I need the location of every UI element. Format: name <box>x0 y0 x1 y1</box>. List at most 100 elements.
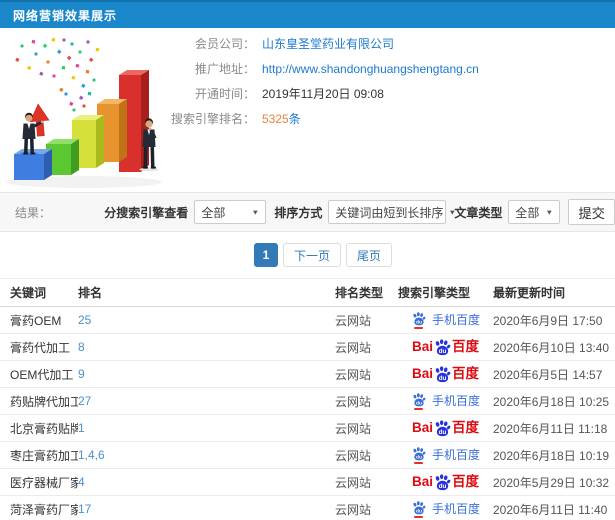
baidu-logo-suffix: 百度 <box>452 474 479 490</box>
update-time-cell: 2020年6月5日 14:57 <box>493 367 603 382</box>
keyword-cell: 膏药代加工 <box>10 340 71 355</box>
result-label: 结果： <box>15 205 52 220</box>
update-time-cell: 2020年6月18日 10:25 <box>493 394 610 409</box>
rank-link[interactable]: 1,4,6 <box>78 448 105 462</box>
update-time-cell: 2020年6月9日 17:50 <box>493 313 603 328</box>
update-time-cell: 2020年6月11日 11:18 <box>493 421 608 436</box>
table-row: 膏药代加工 8 云网站 Bai du 百度 2020年6月10日 13:40 <box>0 333 615 361</box>
chevron-down-icon: ▼ <box>251 208 260 216</box>
search-engine-logo: du 手机百度 <box>411 392 480 410</box>
baidu-paw-icon: du <box>412 500 426 518</box>
page-button-current[interactable]: 1 <box>253 243 278 267</box>
company-link[interactable]: 山东皇圣堂药业有限公司 <box>262 35 394 52</box>
mobile-baidu-logo: du 手机百度 <box>411 446 480 464</box>
account-info-list: 会员公司： 山东皇圣堂药业有限公司 推广地址： http://www.shand… <box>0 31 615 131</box>
baidu-logo: Bai du 百度 <box>412 419 479 437</box>
baidu-paw-icon: du <box>434 365 451 383</box>
table-row: 菏泽膏药厂家 17 云网站 du 手机百度 2020年6月11日 11:40 <box>0 495 615 520</box>
rank-link[interactable]: 17 <box>78 502 91 516</box>
article-type-select[interactable]: 全部 ▼ <box>508 200 561 224</box>
red-underline <box>414 461 424 464</box>
chevron-down-icon: ▼ <box>545 208 554 216</box>
rank-link[interactable]: 1 <box>78 421 85 435</box>
mobile-baidu-logo: du 手机百度 <box>411 392 480 410</box>
last-page-button[interactable]: 尾页 <box>346 243 393 267</box>
rank-type-cell: 云网站 <box>335 421 372 436</box>
keyword-cell: 北京膏药贴牌 <box>10 421 78 436</box>
article-type-value: 全部 <box>515 205 540 220</box>
mobile-baidu-logo: du 手机百度 <box>411 311 480 329</box>
rank-link[interactable]: 4 <box>78 475 85 489</box>
rank-link[interactable]: 27 <box>78 394 91 408</box>
open-time-row: 开通时间： 2019年11月20日 09:08 <box>0 81 615 106</box>
table-header-row: 关键词 排名 排名类型 搜索引擎类型 最新更新时间 <box>0 278 615 307</box>
sort-filter-select[interactable]: 关键词由短到长排序 ▼ <box>328 200 456 224</box>
submit-button[interactable]: 提交 <box>568 199 615 225</box>
keyword-cell: 药贴牌代加工 <box>10 394 78 409</box>
account-info-section: 会员公司： 山东皇圣堂药业有限公司 推广地址： http://www.shand… <box>0 28 615 192</box>
header-update-time: 最新更新时间 <box>493 286 566 300</box>
marketing-report-page: 网络营销效果展示 会员公司： 山东皇圣堂药业有限公司 推广地址： http://… <box>0 0 615 520</box>
mobile-baidu-label: 手机百度 <box>431 313 480 327</box>
table-row: 医疗器械厂家 4 云网站 Bai du 百度 2020年5月29日 10:32 <box>0 468 615 496</box>
engine-filter-select[interactable]: 全部 ▼ <box>194 200 267 224</box>
update-time-cell: 2020年6月11日 11:40 <box>493 502 608 517</box>
promo-url-row: 推广地址： http://www.shandonghuangshengtang.… <box>0 56 615 81</box>
keyword-cell: 膏药OEM <box>10 313 62 328</box>
update-time-cell: 2020年6月18日 10:19 <box>493 448 610 463</box>
red-underline <box>414 326 424 329</box>
sort-filter-value: 关键词由短到长排序 <box>335 205 444 220</box>
svg-text:du: du <box>416 454 422 460</box>
company-row: 会员公司： 山东皇圣堂药业有限公司 <box>0 31 615 56</box>
mobile-baidu-logo: du 手机百度 <box>411 500 480 518</box>
rank-link[interactable]: 9 <box>78 367 85 381</box>
keyword-cell: 枣庄膏药加工 <box>10 448 78 463</box>
baidu-logo: Bai du 百度 <box>411 473 479 491</box>
svg-text:du: du <box>439 347 447 354</box>
search-engine-logo: du 手机百度 <box>411 500 480 518</box>
mobile-baidu-label: 手机百度 <box>431 502 480 516</box>
promo-url-label: 推广地址： <box>194 62 255 76</box>
engine-rank-row: 搜索引擎排名： 5325条 <box>0 106 615 131</box>
update-time-cell: 2020年5月29日 10:32 <box>493 475 610 490</box>
baidu-paw-icon: du <box>412 311 426 329</box>
rank-type-cell: 云网站 <box>335 340 372 355</box>
baidu-logo-suffix: 百度 <box>452 420 479 436</box>
header-engine-type: 搜索引擎类型 <box>398 286 471 300</box>
table-row: 膏药OEM 25 云网站 du 手机百度 2020年6月9日 17:50 <box>0 306 615 334</box>
baidu-paw-icon: du <box>412 392 426 410</box>
engine-rank-count: 5325 <box>262 112 289 126</box>
mobile-baidu-label: 手机百度 <box>431 394 480 408</box>
table-row: 枣庄膏药加工 1,4,6 云网站 du 手机百度 2020年6月18日 10:1… <box>0 441 615 469</box>
rank-type-cell: 云网站 <box>335 367 372 382</box>
search-engine-logo: Bai du 百度 <box>411 365 479 383</box>
engine-filter-label: 分搜索引擎查看 <box>104 205 189 220</box>
open-time-value: 2019年11月20日 09:08 <box>262 87 384 101</box>
svg-text:du: du <box>416 319 422 325</box>
baidu-paw-icon: du <box>412 446 426 464</box>
keyword-cell: 医疗器械厂家 <box>10 475 78 490</box>
baidu-logo-suffix: 百度 <box>452 339 479 355</box>
promo-url-link[interactable]: http://www.shandonghuangshengtang.cn <box>262 62 479 76</box>
next-page-button[interactable]: 下一页 <box>282 243 341 267</box>
baidu-logo-prefix: Bai <box>411 366 433 382</box>
mobile-baidu-label: 手机百度 <box>431 448 480 462</box>
table-row: 药贴牌代加工 27 云网站 du 手机百度 2020年6月18日 10:25 <box>0 387 615 415</box>
rank-type-cell: 云网站 <box>335 502 372 517</box>
svg-text:du: du <box>439 374 447 381</box>
baidu-logo-prefix: Bai <box>411 339 433 355</box>
table-row: 北京膏药贴牌 1 云网站 Bai du 百度 2020年6月11日 11:18 <box>0 414 615 442</box>
baidu-paw-icon: du <box>434 338 451 356</box>
baidu-logo: Bai du 百度 <box>411 338 479 356</box>
search-engine-logo: du 手机百度 <box>411 311 480 329</box>
rank-type-cell: 云网站 <box>335 313 372 328</box>
rank-link[interactable]: 8 <box>78 340 85 354</box>
search-engine-logo: Bai du 百度 <box>412 419 479 437</box>
sort-filter-label: 排序方式 <box>274 205 323 220</box>
rank-type-cell: 云网站 <box>335 448 372 463</box>
baidu-paw-icon: du <box>434 419 451 437</box>
baidu-logo-prefix: Bai <box>411 474 433 490</box>
rank-link[interactable]: 25 <box>78 313 91 327</box>
filter-controls: 分搜索引擎查看 全部 ▼ 排序方式 关键词由短到长排序 ▼ 文章类型 全部 ▼ … <box>96 199 615 225</box>
engine-rank-unit: 条 <box>288 112 301 126</box>
